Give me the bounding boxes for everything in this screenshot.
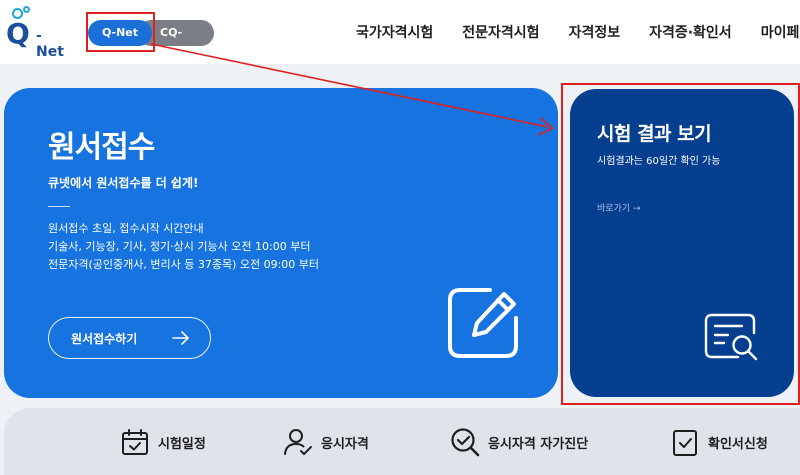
quick-certificate-request[interactable]: 확인서신청 [670,426,768,458]
main-navigation: 국가자격시험 전문자격시험 자격정보 자격증·확인서 마이페이지 [356,20,800,46]
quick-eligibility-label: 응시자격 [321,436,369,452]
application-notes: 원서접수 초일, 접수시작 시간안내 기술사, 기능장, 기사, 정기·상시 기… [48,220,319,274]
nav-mypage[interactable]: 마이페이지 [761,20,800,46]
quick-menu-bar: 시험일정 응시자격 응시자격 자가진단 확인서신청 [4,408,800,475]
nav-qualification-info[interactable]: 자격정보 [569,20,621,46]
apply-now-label: 원서접수하기 [71,331,138,346]
quick-eligibility-self-check[interactable]: 응시자격 자가진단 [450,426,588,458]
quick-eligibility-self-check-label: 응시자격 자가진단 [488,436,589,452]
quick-exam-schedule[interactable]: 시험일정 [120,426,206,458]
arrow-right-icon [172,331,189,345]
annotation-box-result [561,83,800,405]
logo-letter: Q [6,17,30,50]
magnifier-check-icon [451,428,480,457]
logo-text: - Net [36,28,64,60]
quick-certificate-request-label: 확인서신청 [708,436,768,452]
quick-exam-schedule-label: 시험일정 [158,436,206,452]
notes-line: 원서접수 초일, 접수시작 시간안내 [48,222,204,235]
nav-certificate[interactable]: 자격증·확인서 [649,20,732,46]
quick-eligibility[interactable]: 응시자격 [283,426,369,458]
qnet-toggle-button[interactable]: Q-Net [88,20,152,46]
apply-now-button[interactable]: 원서접수하기 [48,317,211,359]
application-subtitle: 큐넷에서 원서접수를 더 쉽게! [48,176,199,190]
notes-line: 전문자격(공인중개사, 변리사 등 37종목) 오전 09:00 부터 [48,258,320,271]
qnet-logo[interactable]: Q - Net [6,6,70,60]
edit-document-icon [448,288,518,358]
application-card: 원서접수 큐넷에서 원서접수를 더 쉽게! 원서접수 초일, 접수시작 시간안내… [4,88,558,398]
nav-professional-exam[interactable]: 전문자격시험 [462,20,539,46]
notes-line: 기술사, 기능장, 기사, 정기·상시 기능사 오전 10:00 부터 [48,240,311,253]
calendar-check-icon [122,429,148,455]
application-title: 원서접수 [48,130,155,165]
divider [48,206,70,207]
user-check-icon [284,429,312,455]
header: Q - Net Q-Net CQ-Net 국가자격시험 전문자격시험 자격정보 … [0,0,800,65]
clipboard-check-icon [673,430,697,456]
logo-small-circle-icon [23,6,30,13]
nav-national-exam[interactable]: 국가자격시험 [356,20,433,46]
